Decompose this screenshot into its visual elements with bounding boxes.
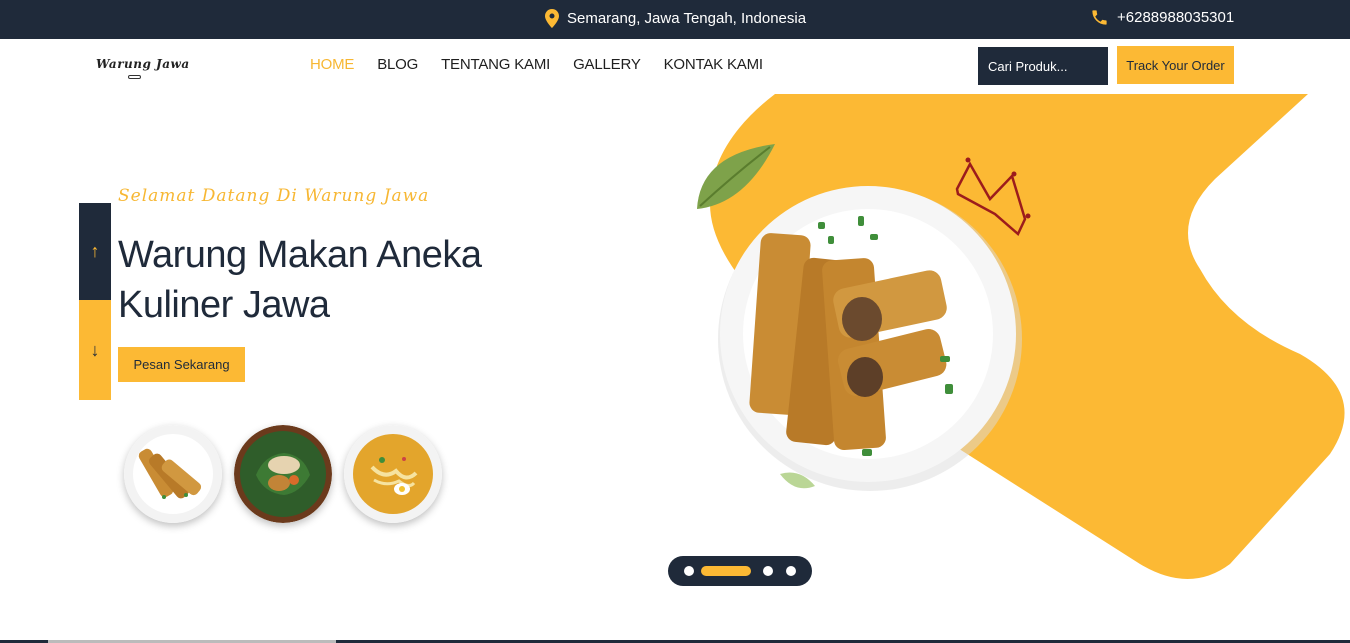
hero-greeting: Selamat Datang Di Warung Jawa [118,186,430,206]
phone-icon [1090,8,1109,27]
location-text: Semarang, Jawa Tengah, Indonesia [567,10,807,27]
nav-kontak-kami[interactable]: KONTAK KAMI [664,56,763,73]
slide-dot-1[interactable] [684,566,694,576]
thumbnail-soto[interactable] [344,425,442,523]
nav-blog[interactable]: BLOG [377,56,418,73]
nav-gallery[interactable]: GALLERY [573,56,641,73]
arrow-up-icon[interactable]: ↑ [79,203,111,300]
main-header: Warung Jawa HOME BLOG TENTANG KAMI GALLE… [0,39,1350,94]
order-now-button[interactable]: Pesan Sekarang [118,347,245,382]
slide-dot-3[interactable] [763,566,773,576]
top-bar: Semarang, Jawa Tengah, Indonesia +628898… [0,0,1350,39]
hero-graphic [697,94,1345,579]
slide-dot-2[interactable] [701,566,751,576]
thumbnail-pecel[interactable] [234,425,332,523]
nav-home[interactable]: HOME [310,56,354,73]
location-info: Semarang, Jawa Tengah, Indonesia [545,9,806,28]
thumbnail-spring-rolls[interactable] [124,425,222,523]
slide-dot-4[interactable] [786,566,796,576]
site-logo[interactable]: Warung Jawa [96,57,190,71]
slider-pagination [668,556,812,586]
nav-tentang-kami[interactable]: TENTANG KAMI [441,56,550,73]
slider-controls: ↑ ↓ [79,203,111,400]
map-pin-icon [545,9,559,28]
arrow-down-icon[interactable]: ↓ [79,300,111,400]
hero-title: Warung Makan Aneka Kuliner Jawa [118,234,482,326]
search-input[interactable] [978,47,1108,85]
phone-info[interactable]: +6288988035301 [1090,8,1234,27]
spring-rolls-plate [718,186,1022,491]
logo-ornament [128,75,141,79]
track-order-button[interactable]: Track Your Order [1117,46,1234,84]
phone-text[interactable]: +6288988035301 [1117,9,1234,26]
main-nav: HOME BLOG TENTANG KAMI GALLERY KONTAK KA… [310,56,763,73]
